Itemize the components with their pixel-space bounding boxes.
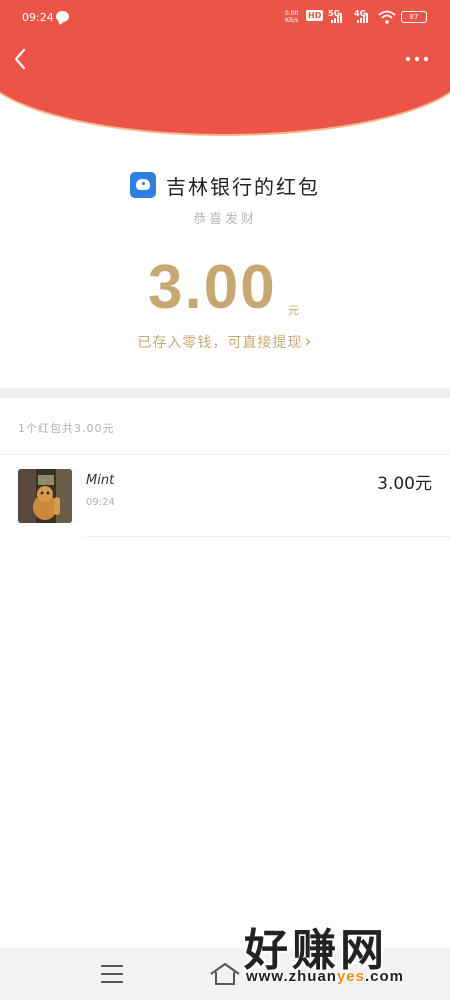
- watermark-url-pre: www.zhuan: [246, 968, 337, 985]
- saved-to-wallet-text: 已存入零钱，可直接提现: [137, 335, 303, 351]
- home-icon[interactable]: [208, 961, 242, 987]
- bank-logo-icon: [130, 172, 156, 198]
- signal-icon: [331, 13, 345, 23]
- saved-to-wallet-link[interactable]: 已存入零钱，可直接提现 ›: [0, 332, 450, 352]
- chevron-right-icon: ›: [304, 331, 313, 352]
- divider-line-2: [86, 536, 450, 537]
- list-item[interactable]: Mint 09:24 3.00元: [0, 455, 450, 537]
- envelope-title-row: 吉林银行的红包: [0, 168, 450, 202]
- status-time: 09:24: [22, 11, 54, 24]
- site-watermark: 好赚网 www.zhuanyes.com: [238, 914, 438, 994]
- received-amount: 3.00元: [377, 474, 432, 494]
- amount-block: 3.00 元: [0, 252, 450, 332]
- envelope-amount: 3.00: [148, 253, 277, 322]
- chat-bubble-icon: [56, 11, 69, 22]
- watermark-url: www.zhuanyes.com: [246, 968, 404, 985]
- speed-unit: KB/s: [285, 17, 299, 24]
- receive-time: 09:24: [86, 497, 115, 508]
- menu-icon[interactable]: [101, 965, 123, 983]
- avatar-image: [18, 469, 72, 523]
- envelope-title: 吉林银行的红包: [166, 174, 320, 199]
- section-divider: [0, 388, 450, 398]
- more-dots-icon: [405, 56, 429, 62]
- more-button[interactable]: [402, 50, 432, 68]
- greeting-text: 恭喜发财: [192, 212, 257, 227]
- hd-badge: HD: [306, 10, 324, 21]
- signal-icon-2: [357, 13, 371, 23]
- battery-icon: 87: [401, 11, 427, 23]
- network-speed: 0.00 KB/s: [285, 10, 298, 24]
- sender-name: Mint: [86, 473, 115, 488]
- chevron-left-icon: [14, 48, 26, 70]
- speed-value: 0.00: [285, 10, 299, 17]
- watermark-url-highlight: yes: [336, 968, 365, 985]
- amount-unit: 元: [288, 304, 299, 317]
- status-bar: 09:24 0.00 KB/s HD 5G 4G 87: [0, 0, 450, 36]
- back-button[interactable]: [8, 44, 36, 74]
- wifi-icon: [378, 10, 396, 24]
- envelope-summary: 1个红包共3.00元: [18, 422, 115, 435]
- avatar: [18, 469, 72, 523]
- watermark-url-post: .com: [364, 968, 404, 985]
